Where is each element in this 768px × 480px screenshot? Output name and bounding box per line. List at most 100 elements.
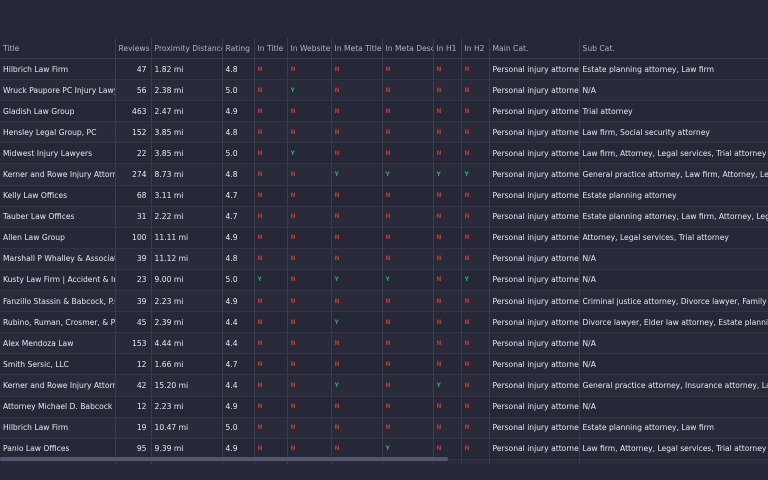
cell-in-h1: N [433,417,462,439]
cell-in-title: N [254,79,288,102]
cell-main-cat: Personal injury attorney [489,58,580,81]
cell-reviews: 12 [115,396,152,418]
cell-in-website: N [287,163,332,186]
cell-in-h2: N [461,100,490,123]
table-row[interactable]: Marshall P Whalley & Associates PC3911.1… [0,248,768,270]
table-row[interactable]: Hilbrich Law Firm 47 1.82 mi 4.8 N N N N N N Perso… [0,58,768,81]
cell-in-meta-desc: N [382,290,434,313]
cell-in-title: N [254,311,288,334]
table-row[interactable]: Wruck Paupore PC Injury Lawyers562.38 mi… [0,79,768,102]
cell-in-website: N [287,269,332,292]
cell-in-meta-desc: N [382,100,434,123]
table-row[interactable]: Hensley Legal Group, PC 152 3.85 mi 4.8 N N N N… [0,121,768,144]
cell-reviews: 274 [115,163,152,186]
cell-main-cat: Personal injury attorney [489,79,580,102]
cell-in-h2: N [461,332,490,355]
cell-in-meta-desc: N [382,353,434,376]
table-row[interactable]: Kerner and Rowe Injury Attorneys2748.73 … [0,163,768,186]
col-header-in-website[interactable]: In Website [287,38,332,59]
col-header-in-h2[interactable]: In H2 [461,38,490,59]
cell-main-cat: Personal injury attorney [489,290,580,313]
cell-in-meta-title: N [331,227,383,249]
cell-in-website: N [287,58,332,81]
table-row[interactable]: Tauber Law Offices 31 2.22 mi 4.7 N N N N N N Pers… [0,206,768,228]
table-row[interactable]: Gladish Law Group 463 2.47 mi 4.9 N N N N N N Pers… [0,100,768,123]
col-header-in-meta-title[interactable]: In Meta Title [331,38,383,59]
cell-reviews: 31 [115,206,152,228]
table-row[interactable]: Attorney Michael D. Babcock 12 2.23 mi 4.9 N… [0,396,768,418]
cell-sub-cat: N/A [579,269,768,292]
col-header-in-meta-desc[interactable]: In Meta Desc [382,38,434,59]
cell-main-cat: Personal injury attorney [489,100,580,123]
table-row[interactable]: Alex Mendoza Law 153 4.44 mi 4.4 N N N N N N Perso… [0,332,768,355]
table-row[interactable]: Midwest Injury Lawyers 22 3.85 mi 5.0 N Y N N N N… [0,142,768,165]
cell-title: Hilbrich Law Firm [0,417,116,439]
cell-in-title: N [254,185,288,207]
cell-distance: 10.47 mi [151,417,223,439]
cell-rating: 5.0 [222,417,255,439]
cell-in-meta-desc: N [382,332,434,355]
col-header-main-cat[interactable]: Main Cat. [489,38,580,59]
cell-in-meta-title: N [331,417,383,439]
cell-in-title: N [254,396,288,418]
cell-reviews: 153 [115,332,152,355]
col-header-rating[interactable]: Rating [222,38,255,59]
cell-title: Kerner and Rowe Injury Attorneys [0,163,116,186]
table-body: Hilbrich Law Firm 47 1.82 mi 4.8 N N N N N N Perso… [0,58,768,464]
table-row[interactable]: Fanzillo Stassin & Babcock, P.C. 39 2.23 m… [0,290,768,313]
cell-in-meta-title: N [331,142,383,165]
cell-reviews: 463 [115,100,152,123]
col-header-distance[interactable]: Proximity Distance [151,38,223,59]
cell-main-cat: Personal injury attorney [489,163,580,186]
cell-distance: 15.20 mi [151,374,223,397]
cell-title: Tauber Law Offices [0,206,116,228]
cell-sub-cat: General practice attorney, Insurance att… [579,374,768,397]
col-header-title[interactable]: Title [0,38,116,59]
cell-distance: 11.12 mi [151,248,223,270]
cell-in-website: N [287,417,332,439]
cell-distance: 2.38 mi [151,79,223,102]
cell-distance: 3.85 mi [151,121,223,144]
cell-in-h1: Y [433,374,462,397]
cell-in-website: N [287,374,332,397]
cell-sub-cat: N/A [579,353,768,376]
cell-main-cat: Personal injury attorney [489,269,580,292]
col-header-reviews[interactable]: Reviews [115,38,152,59]
col-header-in-title[interactable]: In Title [254,38,288,59]
table-row[interactable]: Allen Law Group 100 11.11 mi 4.9 N N N N N N Perso… [0,227,768,249]
footer-area [0,464,768,480]
cell-in-website: N [287,100,332,123]
cell-rating: 5.0 [222,79,255,102]
table-row[interactable]: Kerner and Rowe Injury Attorneys4215.20 … [0,374,768,397]
cell-in-meta-title: N [331,100,383,123]
cell-in-title: N [254,374,288,397]
cell-reviews: 45 [115,311,152,334]
cell-in-h2: N [461,206,490,228]
cell-rating: 4.7 [222,353,255,376]
cell-in-website: N [287,227,332,249]
table-row[interactable]: Rubino, Ruman, Crosmer, & Polen452.39 mi… [0,311,768,334]
cell-sub-cat: Law firm, Attorney, Legal services, Tria… [579,142,768,165]
cell-distance: 2.47 mi [151,100,223,123]
cell-reviews: 12 [115,353,152,376]
horizontal-scrollbar[interactable] [0,457,448,461]
cell-title: Fanzillo Stassin & Babcock, P.C. [0,290,116,313]
table-row[interactable]: Hilbrich Law Firm 19 10.47 mi 5.0 N N N N N N Pers… [0,417,768,439]
cell-in-meta-title: Y [331,163,383,186]
table-row[interactable]: Kelly Law Offices 68 3.11 mi 4.7 N N N N N N Perso… [0,185,768,207]
col-header-sub-cat[interactable]: Sub Cat. [579,38,768,59]
cell-rating: 4.9 [222,100,255,123]
cell-rating: 4.9 [222,290,255,313]
cell-reviews: 47 [115,58,152,81]
table-row[interactable]: Smith Sersic, LLC 12 1.66 mi 4.7 N N N N N N Perso… [0,353,768,376]
table-row[interactable]: Kusty Law Firm | Accident & Injury L239.… [0,269,768,292]
cell-distance: 11.11 mi [151,227,223,249]
cell-distance: 9.00 mi [151,269,223,292]
cell-in-h1: N [433,332,462,355]
cell-in-h2: N [461,142,490,165]
cell-in-title: N [254,121,288,144]
cell-in-h1: N [433,100,462,123]
cell-in-meta-title: N [331,121,383,144]
cell-distance: 3.11 mi [151,185,223,207]
col-header-in-h1[interactable]: In H1 [433,38,462,59]
